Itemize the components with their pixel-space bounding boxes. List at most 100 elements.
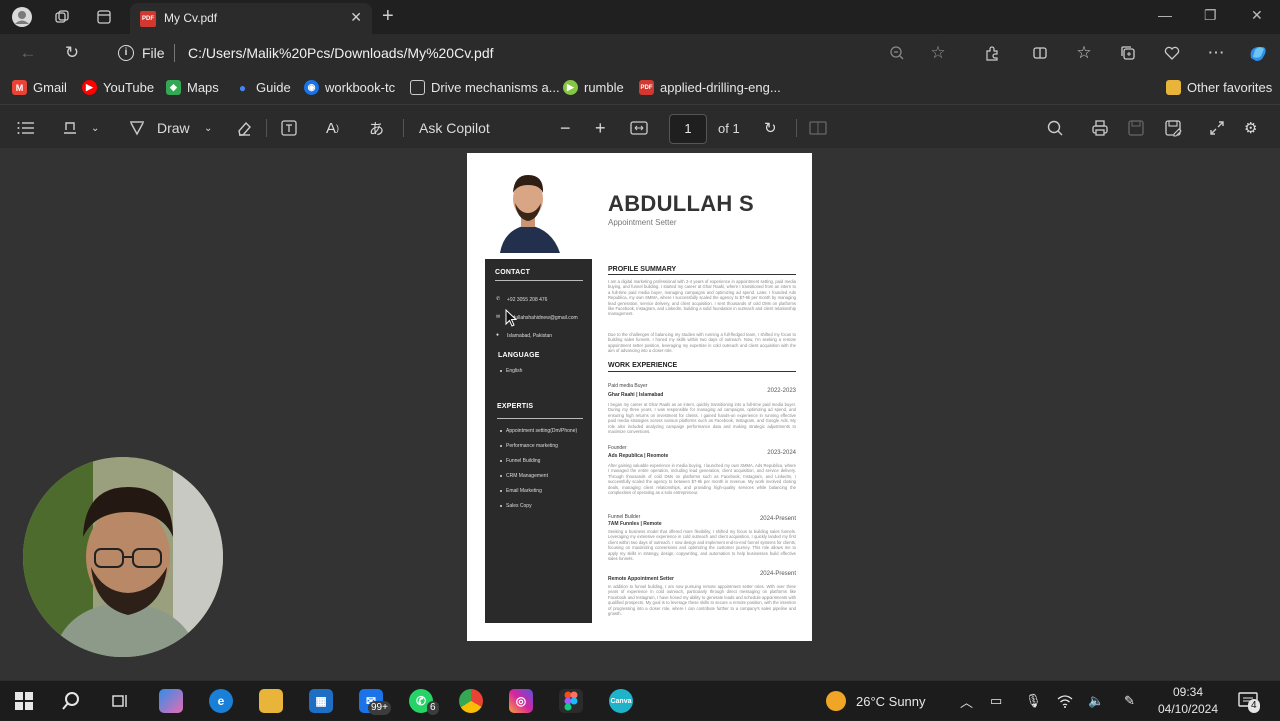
cv-sidebar: CONTACT ✆ +92 3055 208 476 ✉ abdullahsha… xyxy=(485,259,592,623)
task-view-icon[interactable] xyxy=(108,689,132,713)
instagram-taskbar-icon[interactable]: ◎ xyxy=(509,689,533,713)
page-total: of 1 xyxy=(718,120,740,136)
toolbar-divider xyxy=(403,119,404,137)
tab-actions-icon[interactable] xyxy=(93,6,115,28)
save-as-icon[interactable] xyxy=(1164,117,1182,139)
page-number-input[interactable]: 1 xyxy=(669,114,707,144)
collections-icon[interactable] xyxy=(1117,42,1139,64)
cv-name: ABDULLAH S xyxy=(608,191,754,216)
pen-icon[interactable]: ✎ xyxy=(1124,681,1135,721)
copilot-icon[interactable] xyxy=(1247,42,1269,64)
fit-to-page-icon[interactable] xyxy=(630,117,648,139)
windows-start-icon[interactable] xyxy=(12,689,36,713)
figma-taskbar-icon[interactable] xyxy=(559,689,583,713)
address-path[interactable]: C:/Users/Malik%20Pcs/Downloads/My%20Cv.p… xyxy=(188,45,494,61)
back-icon[interactable]: ← xyxy=(17,42,39,64)
favorites-icon[interactable]: ☆ xyxy=(1073,42,1095,64)
battery-icon[interactable]: ▭ xyxy=(990,681,1002,721)
profile-photo xyxy=(484,163,572,253)
draw-dropdown-icon[interactable]: ⌄ xyxy=(204,117,212,139)
zoom-out-pdf-icon[interactable]: − xyxy=(560,117,571,139)
window-close-icon[interactable]: ✕ xyxy=(1251,7,1263,24)
job-description: I began my career at Ghar Raahi as an in… xyxy=(608,402,796,435)
highlight-icon[interactable] xyxy=(61,117,79,139)
job-company: 7AM Funnles | Remote xyxy=(608,521,662,527)
job-company: Ads Republica | Reomote xyxy=(608,453,669,459)
draw-button[interactable]: Draw xyxy=(157,117,190,139)
bullet xyxy=(500,370,502,372)
wifi-icon[interactable] xyxy=(1057,681,1073,721)
draw-pen-icon[interactable] xyxy=(128,117,146,139)
bookmark-drive-mechanisms[interactable]: Drive mechanisms a... xyxy=(410,80,560,95)
address-bar[interactable]: i File C:/Users/Malik%20Pcs/Downloads/My… xyxy=(108,38,954,68)
section-rule xyxy=(608,274,796,275)
microphone-icon[interactable]: 🎙 xyxy=(1025,681,1042,721)
rotate-icon[interactable]: ↻ xyxy=(764,117,777,139)
add-text-icon[interactable] xyxy=(280,117,298,139)
job-description: After gaining valuable experience in med… xyxy=(608,463,796,496)
address-toolbar: ← ↻ i File C:/Users/Malik%20Pcs/Download… xyxy=(0,34,1280,72)
job-description: Seeking a business model that offered mo… xyxy=(608,529,796,562)
info-icon[interactable]: i xyxy=(118,45,134,61)
tab-close-icon[interactable]: ✕ xyxy=(350,9,362,26)
new-tab-icon[interactable]: + xyxy=(382,5,394,28)
eraser-icon[interactable] xyxy=(235,117,253,139)
bookmark-rumble[interactable]: ▶ rumble xyxy=(563,80,624,95)
job-dates: 2024-Present xyxy=(759,571,796,577)
summary-paragraph: I am a digital marketing professional wi… xyxy=(608,279,796,317)
profile-avatar-icon[interactable] xyxy=(11,6,33,28)
split-screen-icon[interactable] xyxy=(1029,42,1051,64)
job-dates: 2023-2024 xyxy=(767,450,796,456)
microsoft-store-icon[interactable]: ▦ xyxy=(309,689,333,713)
restore-icon[interactable]: ❐ xyxy=(1204,7,1217,24)
bookmark-youtube[interactable]: ▶ YouTube xyxy=(82,80,154,95)
translate-icon[interactable]: あ xyxy=(369,117,384,139)
bookmark-gmail[interactable]: M Gmail xyxy=(12,80,67,95)
favorite-star-icon[interactable]: ☆ xyxy=(927,42,949,64)
more-menu-icon[interactable]: ⋯ xyxy=(1205,42,1227,64)
chrome-taskbar-icon[interactable] xyxy=(459,689,483,713)
save-icon[interactable] xyxy=(1127,117,1145,139)
contents-icon[interactable] xyxy=(17,117,35,139)
zoom-out-icon[interactable] xyxy=(886,42,908,64)
search-icon[interactable] xyxy=(1046,117,1064,139)
other-favorites[interactable]: Other favorites xyxy=(1166,80,1272,95)
canva-taskbar-icon[interactable]: Canva xyxy=(609,689,633,713)
copilot-taskbar-icon[interactable] xyxy=(159,689,183,713)
section-rule xyxy=(608,371,796,372)
page-view-icon[interactable] xyxy=(809,117,827,139)
bookmark-applied-drilling[interactable]: PDF applied-drilling-eng... xyxy=(639,80,781,95)
toolbar-divider xyxy=(796,119,797,137)
bullet xyxy=(500,430,502,432)
settings-gear-icon[interactable]: ⚙ xyxy=(1244,117,1257,139)
toolbar-divider xyxy=(266,119,267,137)
browser-essentials-icon[interactable] xyxy=(1161,42,1183,64)
highlight-dropdown-icon[interactable]: ⌄ xyxy=(91,117,99,139)
weather-widget[interactable]: 26°C Sunny xyxy=(826,681,926,721)
address-scheme: File xyxy=(142,45,165,61)
bookmark-guide[interactable]: ● Guide xyxy=(235,80,291,95)
expertise-item: Email Marketing xyxy=(506,488,542,494)
show-hidden-icons-icon[interactable]: ︿ xyxy=(960,681,973,721)
extensions-icon[interactable] xyxy=(981,42,1003,64)
edge-taskbar-icon[interactable]: e xyxy=(209,689,233,713)
file-explorer-icon[interactable] xyxy=(259,689,283,713)
refresh-icon[interactable]: ↻ xyxy=(61,42,83,64)
ask-copilot-button[interactable]: Ask Copilot xyxy=(419,117,490,139)
system-clock[interactable]: 09:34 04/10/2024 xyxy=(1148,684,1228,718)
bookmark-workbook[interactable]: ◉ workbook-tc xyxy=(304,80,395,95)
fullscreen-icon[interactable] xyxy=(1208,117,1226,139)
summary-paragraph: Due to the challenges of balancing my st… xyxy=(608,332,796,354)
bookmark-maps[interactable]: ◆ Maps xyxy=(166,80,219,95)
youtube-icon: ▶ xyxy=(82,80,97,95)
job-company: Remote Appointment Setter xyxy=(608,576,674,582)
zoom-in-pdf-icon[interactable]: + xyxy=(595,117,606,139)
read-aloud-icon[interactable]: A) xyxy=(326,117,339,139)
print-icon[interactable] xyxy=(1091,117,1109,139)
volume-icon[interactable]: 🔈 xyxy=(1088,681,1104,721)
location-icon: ● xyxy=(496,332,500,338)
workspaces-icon[interactable] xyxy=(51,6,73,28)
search-taskbar-icon[interactable] xyxy=(59,689,83,713)
tab-pdf[interactable]: PDF My Cv.pdf ✕ xyxy=(130,3,372,34)
minimize-icon[interactable]: — xyxy=(1158,7,1172,23)
